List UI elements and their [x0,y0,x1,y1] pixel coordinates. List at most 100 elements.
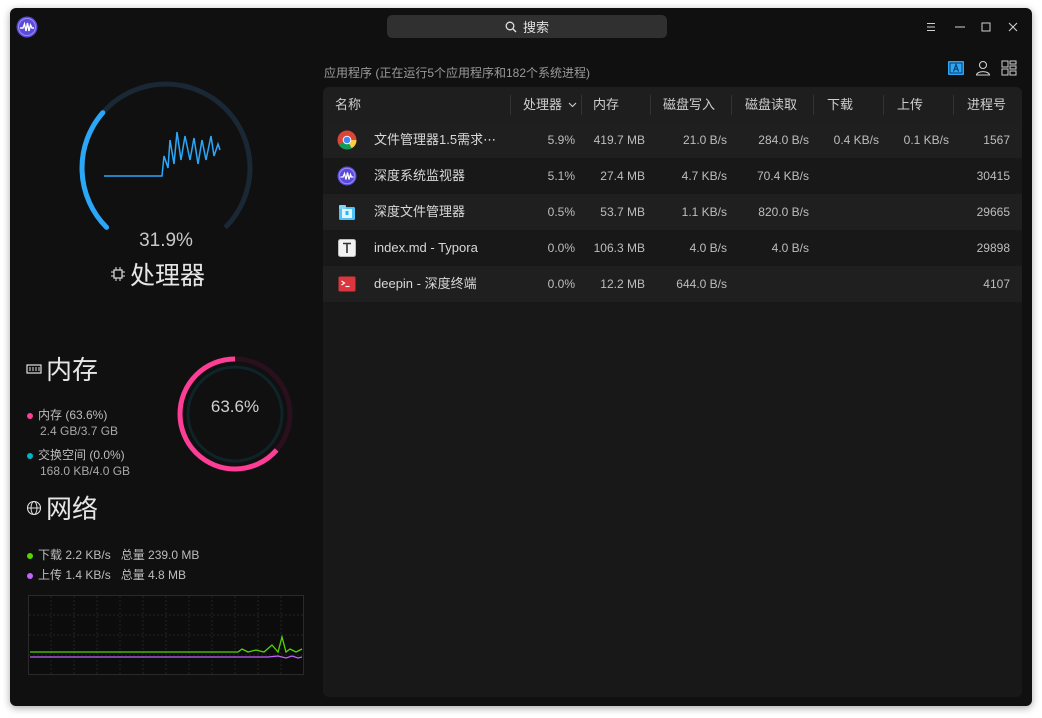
process-cpu: 5.1% [547,169,575,183]
column-divider [731,95,732,115]
column-header-disk-write[interactable]: 磁盘写入 [663,87,715,122]
search-input[interactable]: 搜索 [387,15,667,38]
process-download: 0.4 KB/s [833,133,879,147]
process-view-button[interactable] [1000,59,1018,77]
column-header-name[interactable]: 名称 [335,87,361,122]
column-header-download[interactable]: 下载 [827,87,853,122]
memory-title-label: 内存 [46,355,99,385]
process-disk-write: 644.0 B/s [676,277,727,291]
cpu-usage-sparkline [104,131,221,177]
process-memory: 12.2 MB [600,277,645,291]
process-upload [887,158,949,194]
download-stat: 下载 2.2 KB/s 总量 239.0 MB [27,546,199,563]
process-pid: 1567 [983,133,1010,147]
process-memory: 27.4 MB [600,169,645,183]
process-cpu: 0.0% [547,277,575,291]
process-download [817,194,879,230]
table-row[interactable]: 文件管理器1.5需求⋯ 5.9% 419.7 MB 21.0 B/s 284.0… [323,122,1022,158]
download-speed: 下载 2.2 KB/s [38,548,111,562]
column-divider [953,95,954,115]
process-summary: 应用程序 (正在运行5个应用程序和182个系统进程) [324,66,591,80]
process-memory: 419.7 MB [593,133,645,147]
process-name: index.md - Typora [374,240,478,255]
process-memory: 106.3 MB [593,241,645,255]
system-monitor-app-icon [16,16,38,38]
process-pid: 29898 [976,241,1010,255]
system-monitor-icon [337,166,357,186]
user-icon [975,60,991,76]
process-disk-read: 4.0 B/s [771,241,809,255]
table-row[interactable]: 深度文件管理器 0.5% 53.7 MB 1.1 KB/s 820.0 B/s … [323,194,1022,230]
sort-descending-icon [568,102,577,108]
table-row[interactable]: deepin - 深度终端 0.0% 12.2 MB 644.0 B/s 410… [323,266,1022,302]
process-name: deepin - 深度终端 [374,276,477,291]
process-upload [887,194,949,230]
chrome-icon [337,130,357,150]
close-icon [1008,22,1018,32]
cpu-title-label: 处理器 [130,262,206,290]
column-header-cpu[interactable]: 处理器 [523,87,577,122]
swap-usage-label: 交换空间 (0.0%) [38,448,125,462]
column-divider [581,95,582,115]
column-divider [813,95,814,115]
table-row[interactable]: index.md - Typora 0.0% 106.3 MB 4.0 B/s … [323,230,1022,266]
table-row[interactable]: 深度系统监视器 5.1% 27.4 MB 4.7 KB/s 70.4 KB/s … [323,158,1022,194]
upload-stat: 上传 1.4 KB/s 总量 4.8 MB [27,566,186,583]
process-disk-write: 1.1 KB/s [681,205,727,219]
system-monitor-window: 搜索 31.9% 处理器 内存 内存 (63.6%) 2.4 GB/3.7 GB… [10,8,1032,706]
memory-legend: 内存 (63.6%) 2.4 GB/3.7 GB [27,407,118,439]
process-pid: 4107 [983,277,1010,291]
upload-speed: 上传 1.4 KB/s [38,568,111,582]
globe-icon [26,500,42,515]
memory-gauge-value: 63.6% [210,397,260,416]
network-title: 网络 [26,489,98,526]
column-divider [883,95,884,115]
process-download [817,266,879,302]
column-header-disk-read[interactable]: 磁盘读取 [745,87,797,122]
app-view-button[interactable] [947,59,965,77]
swap-usage-detail: 168.0 KB/4.0 GB [40,464,131,478]
column-header-memory[interactable]: 内存 [593,87,619,122]
titlebar: 搜索 [10,8,1032,46]
close-button[interactable] [1006,20,1020,34]
menu-button[interactable] [924,20,938,34]
process-upload [887,266,949,302]
resource-overview-panel: 31.9% 处理器 内存 内存 (63.6%) 2.4 GB/3.7 GB 交换… [10,46,318,706]
memory-usage-detail: 2.4 GB/3.7 GB [40,424,119,438]
column-divider [510,95,511,115]
process-cpu: 0.0% [547,241,575,255]
network-chart [28,595,304,675]
process-cpu: 5.9% [547,133,575,147]
process-name: 深度文件管理器 [374,204,466,219]
process-disk-write: 4.0 B/s [689,241,727,255]
process-pid: 29665 [976,205,1010,219]
column-header-upload[interactable]: 上传 [897,87,923,122]
memory-usage-label: 内存 (63.6%) [38,408,108,422]
process-upload: 0.1 KB/s [903,133,949,147]
swap-legend: 交换空间 (0.0%) 168.0 KB/4.0 GB [27,447,130,479]
cpu-title: 处理器 [110,256,250,292]
process-memory: 53.7 MB [600,205,645,219]
menu-icon [927,23,935,31]
memory-dot [27,412,33,419]
maximize-button[interactable] [979,20,993,34]
minimize-button[interactable] [953,20,967,34]
column-header-pid[interactable]: 进程号 [967,87,1006,122]
network-title-label: 网络 [46,494,99,524]
process-disk-write: 21.0 B/s [682,133,727,147]
column-divider [650,95,651,115]
maximize-icon [981,22,991,32]
upload-total: 总量 4.8 MB [120,568,187,582]
process-pid: 30415 [976,169,1010,183]
typora-icon [337,238,357,258]
search-icon [505,21,517,32]
search-placeholder: 搜索 [522,20,549,35]
memory-title: 内存 [26,350,98,387]
process-download [817,158,879,194]
upload-dot [27,572,33,579]
cpu-percent: 31.9% [139,230,193,251]
terminal-icon [337,274,357,294]
process-disk-read: 820.0 B/s [758,205,809,219]
process-name: 深度系统监视器 [374,168,466,183]
user-view-button[interactable] [974,59,992,77]
